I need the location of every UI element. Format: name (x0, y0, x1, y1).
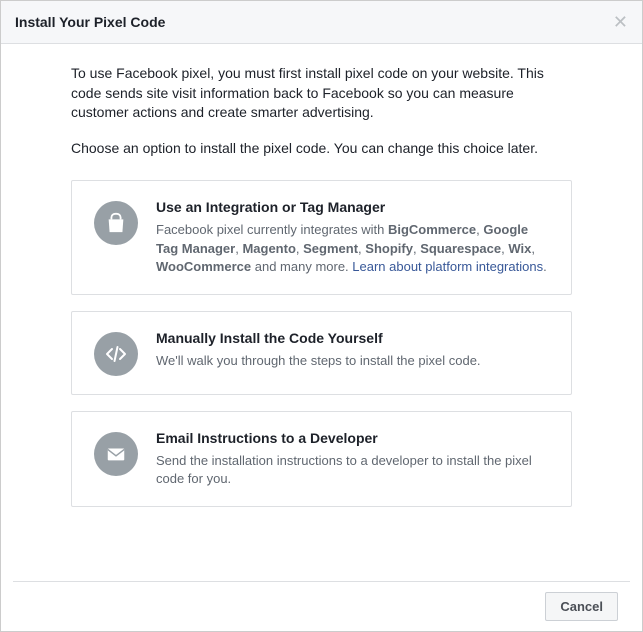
modal-header: Install Your Pixel Code ✕ (1, 1, 642, 44)
option-integration-body: Use an Integration or Tag Manager Facebo… (156, 199, 549, 276)
option-integration-desc: Facebook pixel currently integrates with… (156, 221, 549, 276)
sub-intro-text: Choose an option to install the pixel co… (71, 139, 572, 159)
option-manual-title: Manually Install the Code Yourself (156, 330, 549, 346)
modal-footer: Cancel (13, 581, 630, 631)
install-pixel-modal: Install Your Pixel Code ✕ To use Faceboo… (0, 0, 643, 632)
intro-text: To use Facebook pixel, you must first in… (71, 64, 572, 123)
option-email-title: Email Instructions to a Developer (156, 430, 549, 446)
option-email-body: Email Instructions to a Developer Send t… (156, 430, 549, 488)
option-email-desc: Send the installation instructions to a … (156, 452, 549, 488)
close-icon[interactable]: ✕ (613, 13, 628, 31)
code-icon (94, 332, 138, 376)
option-manual-desc: We'll walk you through the steps to inst… (156, 352, 549, 370)
option-manual-body: Manually Install the Code Yourself We'll… (156, 330, 549, 370)
envelope-icon (94, 432, 138, 476)
modal-content: To use Facebook pixel, you must first in… (1, 44, 642, 581)
option-email[interactable]: Email Instructions to a Developer Send t… (71, 411, 572, 507)
modal-title: Install Your Pixel Code (15, 14, 165, 30)
option-integration[interactable]: Use an Integration or Tag Manager Facebo… (71, 180, 572, 295)
option-integration-title: Use an Integration or Tag Manager (156, 199, 549, 215)
bag-icon (94, 201, 138, 245)
learn-integrations-link[interactable]: Learn about platform integrations (352, 259, 543, 274)
cancel-button[interactable]: Cancel (545, 592, 618, 621)
option-manual[interactable]: Manually Install the Code Yourself We'll… (71, 311, 572, 395)
